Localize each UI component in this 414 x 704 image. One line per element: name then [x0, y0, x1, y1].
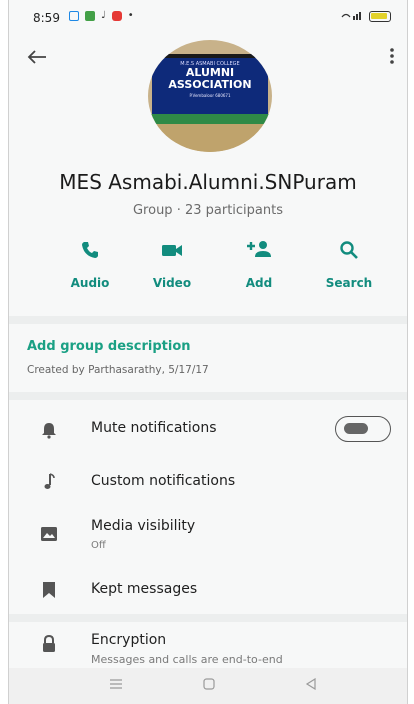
custom-notifications-row[interactable]: Custom notifications: [9, 460, 407, 504]
avatar-banner: M.E.S ASMABI COLLEGE ALUMNI ASSOCIATION …: [152, 54, 268, 114]
status-bar: 8:59 ♩ •: [9, 0, 407, 36]
lock-icon: [43, 634, 55, 652]
action-label: Add: [245, 276, 273, 290]
search-icon: [340, 241, 358, 259]
action-label: Video: [152, 276, 192, 290]
battery-icon: [369, 11, 391, 22]
banner-line: P.Vembaloor 680671: [189, 93, 231, 98]
status-system-icons: [341, 10, 391, 23]
status-time: 8:59: [33, 11, 60, 25]
image-icon: [41, 527, 57, 541]
more-options-icon[interactable]: [389, 46, 395, 70]
app-notification-icon: [85, 10, 95, 21]
music-note-icon: ♩: [101, 10, 106, 21]
search-button[interactable]: Search: [313, 240, 385, 290]
back-arrow-icon[interactable]: [27, 46, 47, 71]
status-notification-icons: ♩ •: [69, 10, 134, 21]
video-call-button[interactable]: Video: [136, 240, 208, 290]
back-nav-icon[interactable]: [305, 677, 317, 694]
app-notification-icon: [69, 10, 79, 21]
add-group-description-link[interactable]: Add group description: [27, 339, 191, 354]
add-participant-button[interactable]: Add: [223, 240, 295, 290]
row-title: Media visibility: [91, 518, 196, 534]
phone-icon: [82, 242, 98, 258]
group-subtitle[interactable]: Group · 23 participants: [9, 203, 407, 218]
video-icon: [162, 245, 182, 256]
group-avatar[interactable]: M.E.S ASMABI COLLEGE ALUMNI ASSOCIATION …: [148, 40, 272, 152]
media-visibility-row[interactable]: Media visibility Off: [9, 510, 407, 560]
add-person-icon: [247, 241, 271, 257]
avatar-floor: [148, 124, 272, 152]
row-subtitle: Messages and calls are end-to-end: [91, 653, 283, 666]
section-divider: [9, 614, 407, 622]
avatar-stripe: [148, 114, 272, 124]
group-name: MES Asmabi.Alumni.SNPuram: [59, 170, 357, 194]
banner-line: ASSOCIATION: [168, 78, 252, 91]
menu-nav-icon[interactable]: [109, 678, 123, 694]
system-navigation-bar: [9, 668, 407, 704]
row-title: Custom notifications: [91, 473, 236, 489]
signal-icon: [341, 10, 363, 23]
audio-call-button[interactable]: Audio: [54, 240, 126, 290]
kept-messages-row[interactable]: Kept messages: [9, 568, 407, 612]
screen: 8:59 ♩ • M.E.S ASMABI COLLEGE ALUMNI ASS…: [8, 0, 408, 704]
encryption-row[interactable]: Encryption Messages and calls are end-to…: [9, 626, 407, 670]
row-subtitle: Off: [91, 540, 106, 551]
action-label: Search: [325, 276, 373, 290]
row-title: Encryption: [91, 632, 167, 648]
row-title: Mute notifications: [91, 420, 217, 436]
music-note-icon: [44, 473, 55, 489]
bell-icon: [42, 423, 56, 439]
row-title: Kept messages: [91, 581, 198, 597]
dot-icon: •: [127, 10, 134, 21]
section-divider: [9, 392, 407, 400]
mute-toggle[interactable]: [335, 416, 391, 442]
bookmark-icon: [43, 582, 55, 598]
section-divider: [9, 316, 407, 324]
home-nav-icon[interactable]: [202, 678, 216, 694]
action-bar: Audio Video Add Search: [9, 240, 407, 296]
action-label: Audio: [70, 276, 110, 290]
toggle-knob: [344, 423, 368, 434]
youtube-icon: [111, 10, 122, 21]
created-by-text: Created by Parthasarathy, 5/17/17: [27, 364, 209, 376]
